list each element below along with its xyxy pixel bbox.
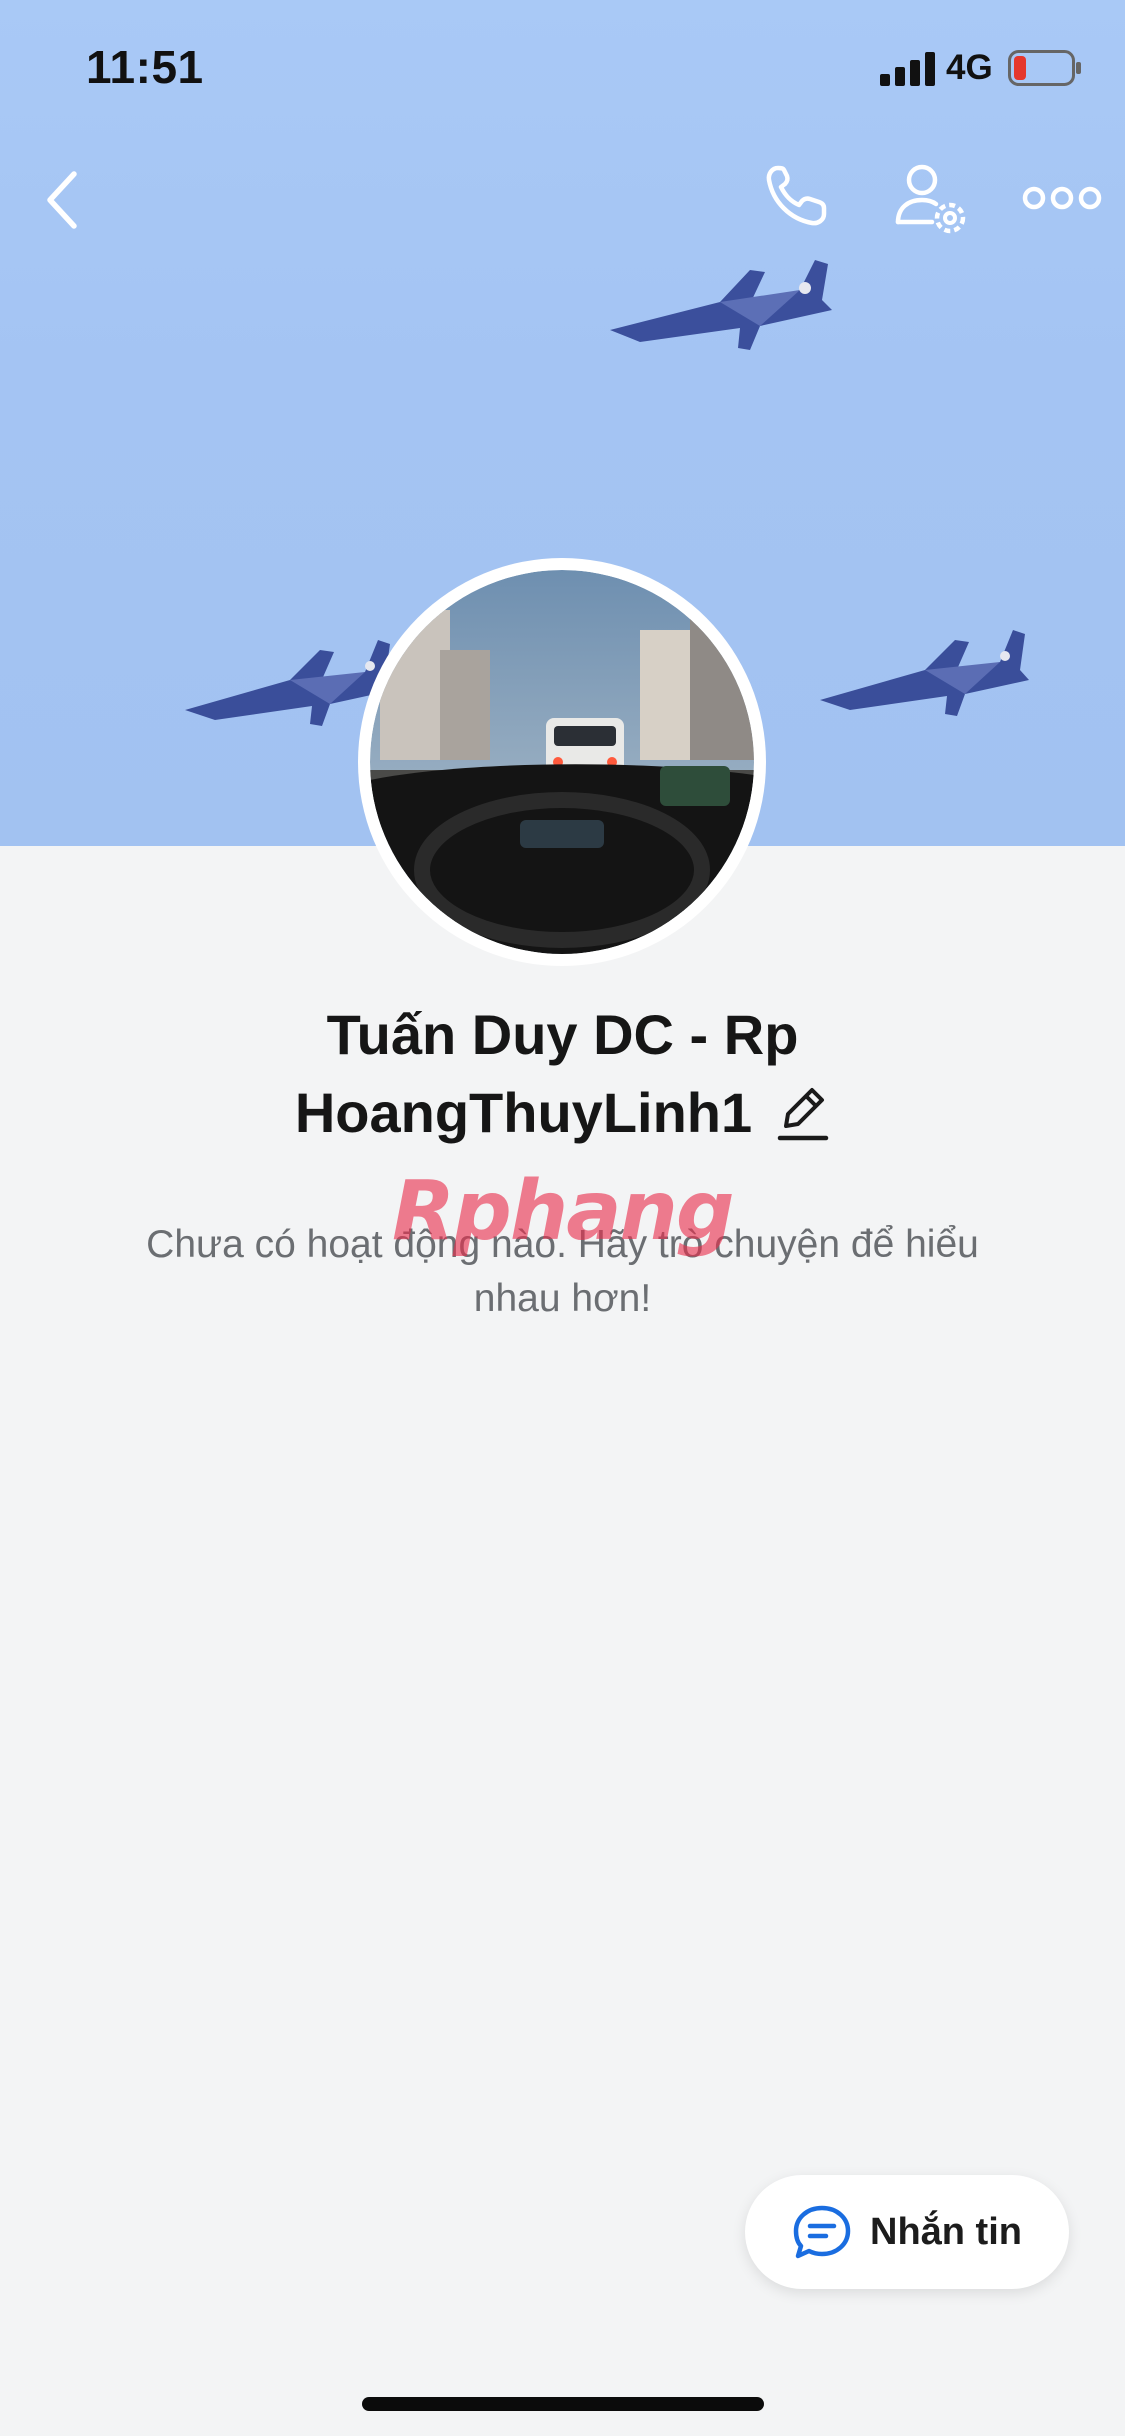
cellular-signal-icon [880, 52, 935, 86]
more-options-button[interactable] [1022, 170, 1102, 226]
avatar-photo [370, 570, 754, 954]
battery-low-icon [1008, 50, 1081, 86]
ellipsis-icon [1022, 186, 1102, 210]
profile-settings-button[interactable] [892, 160, 972, 240]
send-message-label: Nhắn tin [870, 2210, 1022, 2253]
back-button[interactable] [36, 164, 92, 236]
profile-name: Tuấn Duy DC - Rp HoangThuyLinh1 [150, 996, 975, 1152]
send-message-button[interactable]: Nhắn tin [745, 2175, 1069, 2289]
jet-plane-image [610, 260, 832, 350]
status-bar: 11:51 4G [0, 0, 1125, 135]
status-time: 11:51 [86, 41, 204, 93]
chevron-left-icon [47, 171, 77, 229]
watermark-logo: Rphang [392, 1162, 742, 1262]
profile-avatar[interactable] [358, 558, 766, 966]
jet-plane-image [820, 630, 1029, 716]
home-indicator[interactable] [362, 2397, 764, 2411]
pencil-icon[interactable] [774, 1082, 830, 1144]
chat-bubble-icon [793, 2205, 851, 2259]
phone-icon [766, 165, 827, 226]
profile-name-line1: Tuấn Duy DC - Rp [326, 1003, 799, 1066]
network-type: 4G [946, 48, 993, 87]
profile-name-line2: HoangThuyLinh1 [294, 1081, 753, 1144]
watermark-text: Rphang [392, 1164, 735, 1259]
call-button[interactable] [760, 160, 832, 232]
user-gear-icon [895, 164, 966, 234]
